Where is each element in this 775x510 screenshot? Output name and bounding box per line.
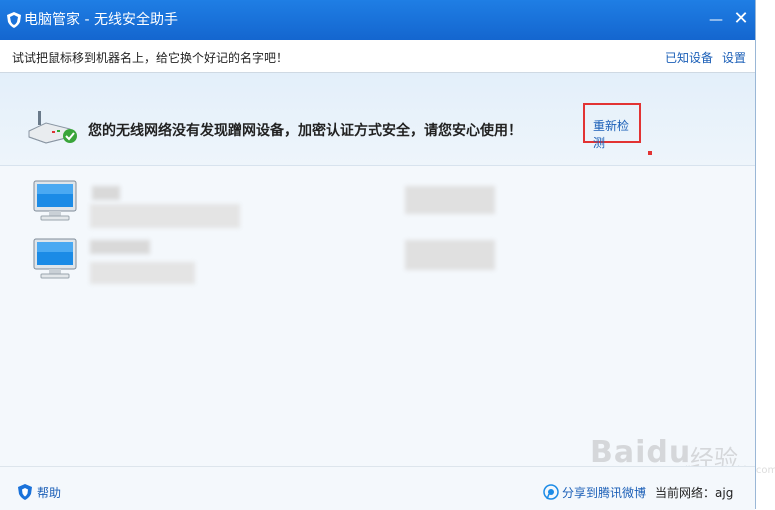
toolbar: 试试把鼠标移到机器名上，给它换个好记的名字吧！ 已知设备 设置 <box>0 40 755 73</box>
watermark-brand: Baidu <box>590 435 692 470</box>
monitor-icon <box>33 180 77 221</box>
current-network-label: 当前网络：ajg <box>655 486 734 500</box>
recheck-highlight-box: 重新检测 <box>583 103 641 150</box>
device-info-redacted <box>90 204 240 228</box>
settings-link[interactable]: 设置 <box>722 49 746 66</box>
rename-hint: 试试把鼠标移到机器名上，给它换个好记的名字吧！ <box>12 51 289 65</box>
device-list <box>0 165 755 465</box>
share-weibo-link[interactable]: 分享到腾讯微博 <box>562 484 646 501</box>
help-shield-icon[interactable] <box>17 483 33 501</box>
device-mac-redacted <box>405 186 495 214</box>
device-info-redacted <box>90 262 195 284</box>
minimize-button[interactable]: — <box>708 12 724 28</box>
device-name-redacted[interactable] <box>92 186 120 200</box>
device-name-redacted[interactable] <box>90 240 150 254</box>
weibo-share-icon[interactable] <box>543 484 559 500</box>
device-mac-redacted <box>405 240 495 270</box>
status-banner: 您的无线网络没有发现蹭网设备，加密认证方式安全，请您安心使用！ 重新检测 <box>0 73 755 166</box>
router-check-icon <box>28 111 77 144</box>
close-button[interactable]: ✕ <box>732 10 750 28</box>
window-title: 电脑管家 - 无线安全助手 <box>24 12 178 28</box>
device-row[interactable] <box>0 228 755 286</box>
known-devices-link[interactable]: 已知设备 <box>665 49 713 66</box>
footer-bar: 帮助 分享到腾讯微博 当前网络：ajg <box>0 466 755 510</box>
recheck-button[interactable]: 重新检测 <box>593 117 639 151</box>
shield-logo-icon <box>7 12 21 28</box>
help-link[interactable]: 帮助 <box>37 484 61 501</box>
device-row[interactable] <box>0 170 755 228</box>
title-bar[interactable]: 电脑管家 - 无线安全助手 — ✕ <box>0 0 755 40</box>
status-message: 您的无线网络没有发现蹭网设备，加密认证方式安全，请您安心使用！ <box>88 123 522 139</box>
app-window: 电脑管家 - 无线安全助手 — ✕ 试试把鼠标移到机器名上，给它换个好记的名字吧… <box>0 0 775 510</box>
red-marker <box>648 151 652 155</box>
monitor-icon <box>33 238 77 279</box>
